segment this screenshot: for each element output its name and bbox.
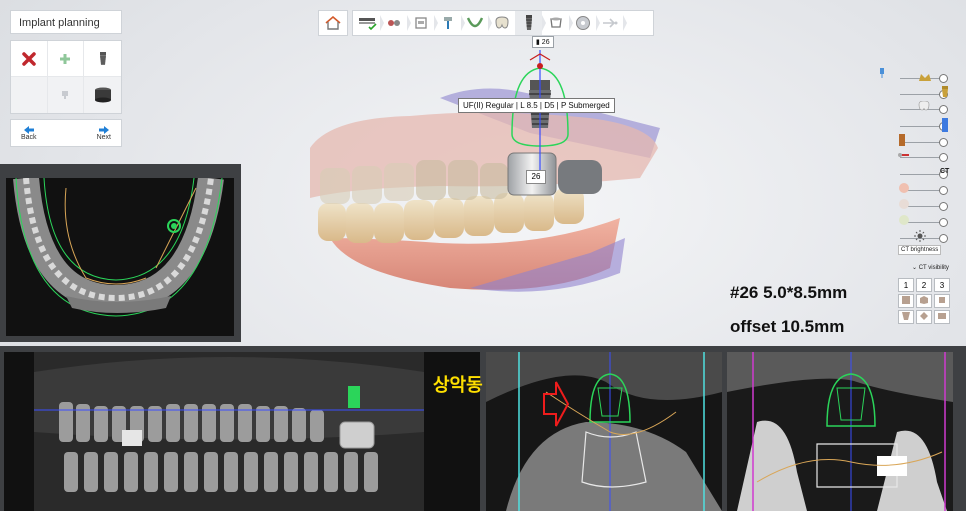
tool-implant[interactable] [515, 11, 546, 35]
scan-icon [358, 18, 377, 31]
tool-disc[interactable] [569, 11, 600, 35]
panoramic-view[interactable] [4, 352, 480, 511]
tooth-number-badge: 26 [526, 170, 546, 184]
abutment-icon [62, 91, 69, 99]
slider-knob[interactable] [939, 202, 948, 211]
cube-icon [920, 312, 928, 320]
tooth-icon [494, 16, 509, 29]
cube-icon [938, 313, 946, 319]
delete-implant-button[interactable] [11, 41, 48, 77]
ct-visibility-toggle[interactable]: ⌄ CT visibility [912, 264, 949, 271]
implant-library-button[interactable] [84, 41, 121, 77]
adjacent-molar [558, 160, 602, 194]
view-back-button[interactable] [934, 310, 950, 324]
sleeve-icon [94, 87, 111, 103]
implant-spec-annotation: #26 5.0*8.5mm [730, 283, 848, 302]
next-button[interactable]: Next [96, 125, 111, 141]
view-number-3[interactable]: 3 [934, 278, 950, 292]
slider-knob[interactable] [939, 218, 948, 227]
abutment-icon [899, 134, 905, 146]
ct-visibility-label: CT visibility [918, 265, 949, 271]
slider-knob[interactable] [939, 105, 948, 114]
cross-section-view-2[interactable] [727, 352, 953, 511]
slider-knob[interactable] [939, 234, 948, 243]
view-angle-button[interactable] [916, 310, 932, 324]
tool-grid [10, 40, 122, 114]
tool-tooth-setup[interactable] [380, 11, 411, 35]
tooth-icon [918, 101, 930, 111]
ct-label: CT [940, 168, 950, 175]
implant-icon [942, 86, 948, 97]
tool-arch[interactable] [461, 11, 492, 35]
cross-section-view[interactable] [486, 352, 722, 511]
chevron-down-icon: ⌄ [912, 265, 919, 271]
abutment-button[interactable] [47, 77, 85, 113]
sleeve-button[interactable] [84, 77, 121, 113]
back-label: Back [21, 133, 37, 141]
slider-knob[interactable] [939, 186, 948, 195]
back-button[interactable]: Back [21, 125, 37, 141]
tool-abutment[interactable] [434, 11, 465, 35]
abutment-icon [443, 17, 452, 29]
slider-knob[interactable] [939, 74, 948, 83]
bone-icon [898, 153, 909, 157]
slider-knob[interactable] [939, 138, 948, 147]
implant-spec-label: UF(II) Regular | L 8.5 | D5 | P Submerge… [458, 98, 615, 113]
tool-crown[interactable] [407, 11, 438, 35]
cube-icon [902, 312, 910, 320]
tool-tooth[interactable] [488, 11, 519, 35]
disc-icon [575, 16, 590, 30]
arch-icon [466, 17, 483, 28]
slider-knob[interactable] [939, 153, 948, 162]
view-layout-grid: 1 2 3 [898, 278, 950, 324]
crown-icon [919, 74, 931, 81]
offset-annotation: offset 10.5mm [730, 317, 845, 336]
axial-ct-view[interactable] [6, 178, 234, 336]
home-icon [325, 16, 341, 30]
view-lower-button[interactable] [898, 310, 914, 324]
crown-icon [414, 17, 427, 29]
view-side-button[interactable] [916, 294, 932, 308]
sleeve-icon [942, 118, 948, 132]
cube-icon [920, 296, 928, 304]
empty-slot [11, 77, 48, 113]
pin-icon [880, 68, 884, 78]
view-number-2[interactable]: 2 [916, 278, 932, 292]
nerve-icon [899, 215, 909, 225]
implant-icon [99, 51, 106, 65]
tool-forward[interactable] [596, 11, 627, 35]
view-top-button[interactable] [934, 294, 950, 308]
panel-title: Implant planning [10, 10, 122, 34]
workflow-toolbar [352, 10, 654, 36]
sleeve-icon [549, 17, 562, 28]
delete-icon [22, 51, 36, 66]
3d-model-view[interactable] [290, 38, 670, 302]
slider-abutment[interactable] [900, 136, 948, 148]
arrow-right-icon [98, 125, 109, 134]
view-number-1[interactable]: 1 [898, 278, 914, 292]
forward-icon [602, 18, 617, 28]
ct-brightness-tooltip: CT brightness [898, 245, 942, 255]
navigation-bar: Back Next [10, 119, 122, 147]
next-label: Next [96, 133, 111, 141]
upper-jaw-icon [899, 183, 909, 193]
implant-number: 26 [541, 39, 550, 46]
tool-scan[interactable] [353, 11, 384, 35]
tooth-setup-icon [387, 20, 400, 26]
cube-icon [939, 297, 945, 303]
cube-icon [902, 296, 910, 304]
add-implant-button[interactable] [47, 41, 85, 77]
plus-icon [60, 53, 71, 64]
arrow-left-icon [23, 125, 34, 134]
brightness-icon [914, 230, 926, 242]
home-button[interactable] [318, 10, 348, 36]
lower-jaw-icon [899, 199, 909, 209]
view-front-button[interactable] [898, 294, 914, 308]
tool-sleeve[interactable] [542, 11, 573, 35]
implant-number-tag[interactable]: ▮ 26 [532, 36, 554, 48]
implant-icon [525, 15, 532, 30]
